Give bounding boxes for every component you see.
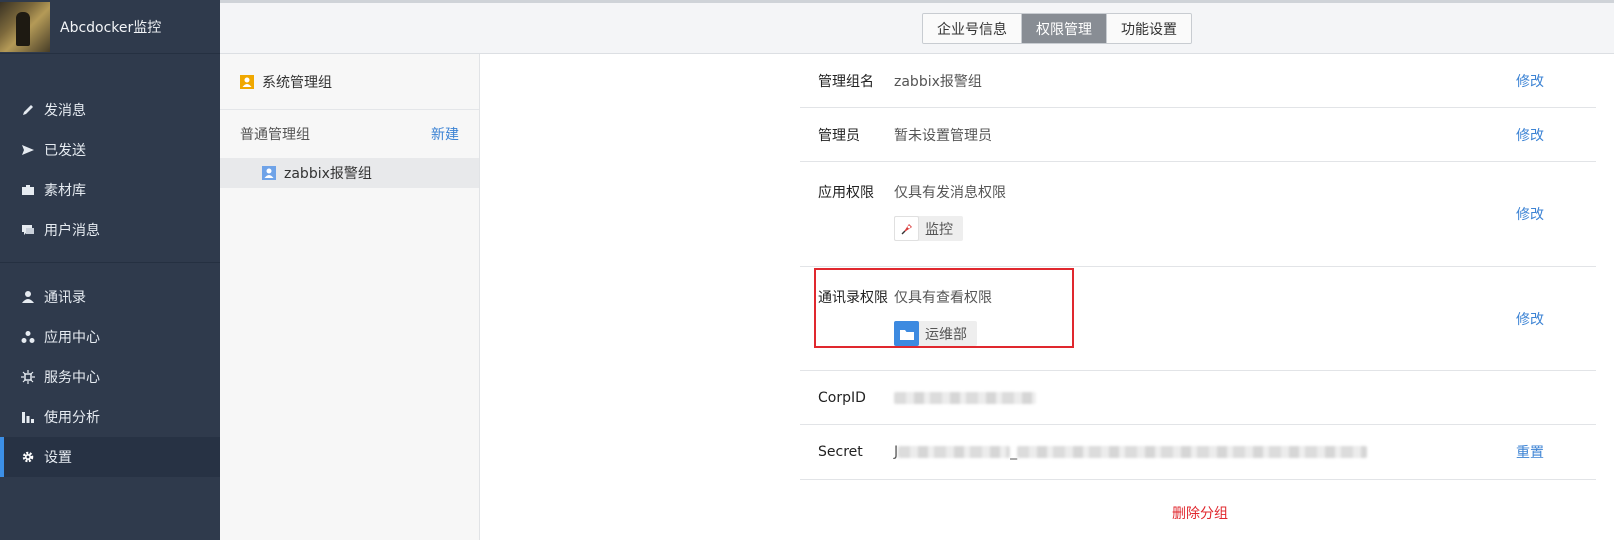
- sidebar-item-label: 应用中心: [44, 330, 100, 346]
- top-bar: 企业号信息 权限管理 功能设置: [220, 0, 1614, 54]
- app-permission-value: 仅具有发消息权限 监控: [894, 162, 1516, 266]
- chip-icon: [20, 369, 36, 385]
- briefcase-icon: [20, 182, 36, 198]
- member-badge-icon: [262, 166, 276, 180]
- chat-icon: [20, 222, 36, 238]
- row-app-permission: 应用权限 仅具有发消息权限 监控 修改: [800, 162, 1596, 267]
- row-admin: 管理员 暂未设置管理员 修改: [800, 108, 1596, 162]
- edit-admin-link[interactable]: 修改: [1516, 125, 1596, 145]
- corpid-value: [894, 390, 1516, 406]
- nav-group-management: 通讯录 应用中心 服务中心 使用分析 设置: [0, 277, 220, 477]
- row-corpid: CorpID: [800, 371, 1596, 425]
- tab-corp-info[interactable]: 企业号信息: [923, 14, 1022, 43]
- system-group-label: 系统管理组: [262, 74, 332, 91]
- sidebar-item-sent[interactable]: 已发送: [0, 130, 220, 170]
- gear-icon: [20, 449, 36, 465]
- contact-permission-value: 仅具有查看权限 运维部: [894, 267, 1516, 370]
- sidebar-item-contacts[interactable]: 通讯录: [0, 277, 220, 317]
- person-icon: [20, 289, 36, 305]
- contact-permission-label: 通讯录权限: [818, 290, 888, 306]
- sidebar-item-label: 使用分析: [44, 410, 100, 426]
- new-group-link[interactable]: 新建: [431, 124, 459, 144]
- folder-icon: [894, 321, 919, 346]
- sidebar-item-settings[interactable]: 设置: [0, 437, 220, 477]
- bar-chart-icon: [20, 409, 36, 425]
- sidebar-item-service[interactable]: 服务中心: [0, 357, 220, 397]
- sidebar: Abcdocker监控 发消息 已发送 素材库 用户消息 通讯录 应用中心 服务…: [0, 0, 220, 540]
- edit-app-permission-link[interactable]: 修改: [1516, 162, 1596, 266]
- delete-group-link[interactable]: 删除分组: [1172, 503, 1228, 523]
- sidebar-item-send[interactable]: 发消息: [0, 90, 220, 130]
- row-contact-permission: 通讯录权限 仅具有查看权限 运维部 修改: [800, 267, 1596, 371]
- row-secret: Secret J _ 重置: [800, 425, 1596, 480]
- group-panel: 系统管理组 普通管理组 新建 zabbix报警组: [220, 54, 480, 540]
- corpid-label: CorpID: [818, 389, 866, 406]
- sidebar-item-label: 发消息: [44, 103, 86, 119]
- sidebar-item-label: 素材库: [44, 183, 86, 199]
- admin-value: 暂未设置管理员: [894, 127, 992, 144]
- normal-group-header: 普通管理组 新建: [220, 110, 479, 158]
- sidebar-item-apps[interactable]: 应用中心: [0, 317, 220, 357]
- brand: Abcdocker监控: [0, 0, 220, 54]
- sidebar-item-label: 设置: [44, 450, 72, 466]
- group-detail: 管理组名 zabbix报警组 修改 管理员 暂未设置管理员 修改 应用权限 仅具…: [800, 54, 1596, 480]
- admin-badge-icon: [240, 74, 254, 89]
- tab-permission[interactable]: 权限管理: [1022, 14, 1107, 43]
- corpid-blurred: [894, 391, 1036, 404]
- secret-value: J _: [894, 444, 1516, 460]
- app-chip-label: 监控: [925, 221, 953, 238]
- sidebar-item-label: 服务中心: [44, 370, 100, 386]
- pencil-icon: [20, 102, 36, 118]
- sidebar-item-analytics[interactable]: 使用分析: [0, 397, 220, 437]
- app-permission-text: 仅具有发消息权限: [894, 185, 1006, 201]
- edit-group-name-link[interactable]: 修改: [1516, 71, 1596, 91]
- contact-permission-text: 仅具有查看权限: [894, 290, 992, 306]
- sidebar-item-label: 已发送: [44, 143, 86, 159]
- sidebar-nav: 发消息 已发送 素材库 用户消息 通讯录 应用中心 服务中心 使用分析 设置: [0, 54, 220, 477]
- secret-separator: _: [1010, 444, 1018, 460]
- brand-name: Abcdocker监控: [60, 19, 162, 36]
- row-group-name: 管理组名 zabbix报警组 修改: [800, 54, 1596, 108]
- rocket-icon: [894, 216, 919, 241]
- system-group-item[interactable]: 系统管理组: [220, 54, 479, 110]
- department-chip: 运维部: [894, 321, 977, 346]
- tab-group: 企业号信息 权限管理 功能设置: [922, 13, 1192, 44]
- group-name-value: zabbix报警组: [894, 73, 982, 90]
- reset-secret-link[interactable]: 重置: [1516, 442, 1596, 462]
- sidebar-item-user-msg[interactable]: 用户消息: [0, 210, 220, 250]
- tab-features[interactable]: 功能设置: [1107, 14, 1191, 43]
- app-permission-label: 应用权限: [818, 185, 874, 201]
- normal-group-title: 普通管理组: [240, 127, 310, 143]
- department-chip-label: 运维部: [925, 326, 967, 343]
- group-item-label: zabbix报警组: [284, 166, 372, 182]
- group-item-zabbix[interactable]: zabbix报警组: [220, 158, 479, 188]
- edit-contact-permission-link[interactable]: 修改: [1516, 267, 1596, 370]
- avatar[interactable]: [0, 1, 50, 52]
- sidebar-item-label: 通讯录: [44, 290, 86, 306]
- group-name-label: 管理组名: [818, 73, 874, 90]
- sidebar-item-material[interactable]: 素材库: [0, 170, 220, 210]
- secret-label: Secret: [818, 444, 863, 460]
- nav-group-messages: 发消息 已发送 素材库 用户消息: [0, 90, 220, 263]
- apps-icon: [20, 329, 36, 345]
- admin-label: 管理员: [818, 127, 860, 144]
- send-icon: [20, 142, 36, 158]
- sidebar-item-label: 用户消息: [44, 223, 100, 239]
- app-chip: 监控: [894, 216, 963, 241]
